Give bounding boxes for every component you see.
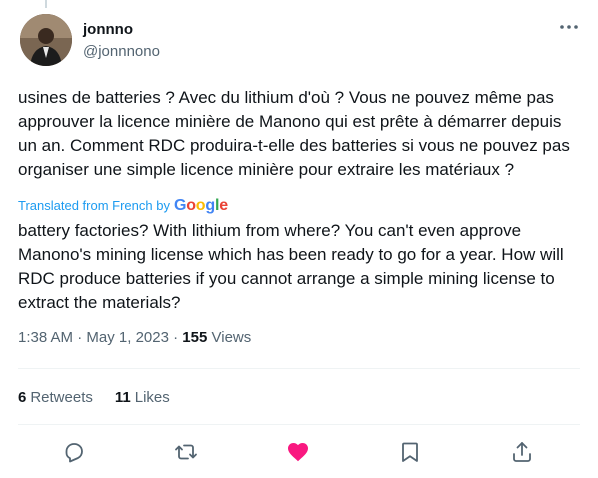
divider <box>18 368 580 369</box>
tweet-time[interactable]: 1:38 AM <box>18 329 73 346</box>
retweets-label: Retweets <box>30 389 93 406</box>
bookmark-button[interactable] <box>392 434 428 470</box>
views-link[interactable]: 155 Views <box>182 329 251 346</box>
like-button[interactable] <box>280 434 316 470</box>
tweet-translated-text: battery factories? With lithium from whe… <box>18 221 564 312</box>
google-logo: Google <box>173 197 228 214</box>
avatar-photo-icon <box>20 14 72 66</box>
retweets-stat[interactable]: 6 Retweets <box>18 388 93 408</box>
more-options-button[interactable] <box>558 18 580 36</box>
divider <box>18 424 580 425</box>
meta-separator: · <box>173 329 179 346</box>
tweet-author[interactable]: jonnno @jonnnono <box>83 20 160 62</box>
likes-label: Likes <box>134 389 170 406</box>
reply-button[interactable] <box>56 434 92 470</box>
thread-connector-line <box>45 0 47 8</box>
likes-stat[interactable]: 11 Likes <box>115 388 170 408</box>
retweets-count: 6 <box>18 389 27 406</box>
views-count: 155 <box>182 329 208 346</box>
retweet-icon <box>175 444 197 460</box>
tweet-header: jonnno @jonnnono <box>20 14 580 70</box>
tweet-actions <box>18 434 580 470</box>
translation-label: Translated from French by <box>18 198 170 213</box>
reply-icon <box>65 443 83 463</box>
translation-attribution[interactable]: Translated from French by Google <box>18 196 228 216</box>
views-label: Views <box>211 329 252 346</box>
tweet-date[interactable]: May 1, 2023 <box>86 329 169 346</box>
user-avatar[interactable] <box>20 14 72 66</box>
bookmark-icon <box>402 442 418 462</box>
retweet-button[interactable] <box>168 434 204 470</box>
heart-icon <box>288 443 308 462</box>
author-display-name[interactable]: jonnno <box>83 20 160 40</box>
tweet-original-text: usines de batteries ? Avec du lithium d'… <box>18 88 570 179</box>
share-button[interactable] <box>504 434 540 470</box>
tweet-stats: 6 Retweets 11 Likes <box>18 388 170 408</box>
more-horizontal-icon <box>560 25 578 29</box>
tweet-metadata: 1:38 AM · May 1, 2023 · 155 Views <box>18 328 251 348</box>
likes-count: 11 <box>114 389 131 406</box>
meta-separator: · <box>77 329 83 346</box>
author-handle[interactable]: @jonnnono <box>83 42 160 62</box>
share-icon <box>513 442 531 462</box>
